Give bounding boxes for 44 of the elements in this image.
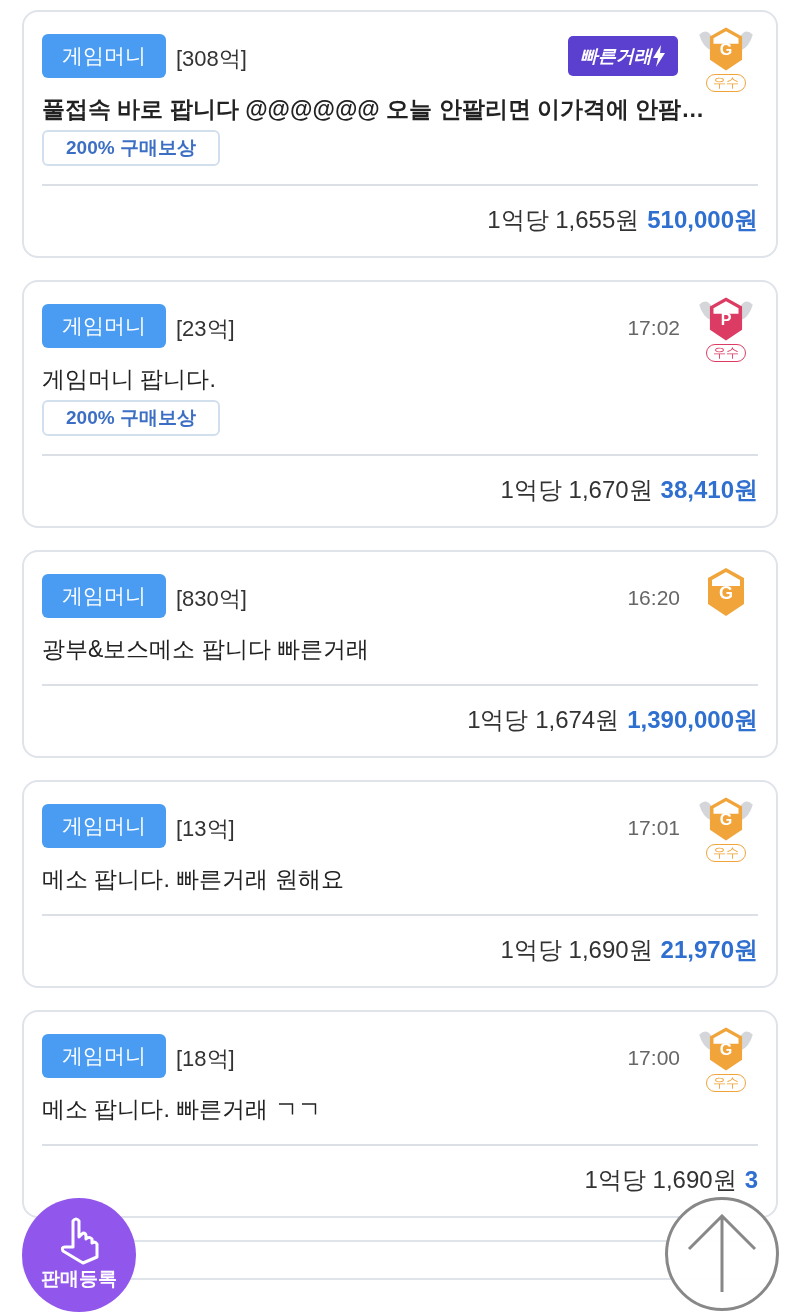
grade-label: 우수 (706, 1074, 746, 1092)
unit-price: 1억당 1,690원 (584, 1165, 737, 1195)
lightning-icon (652, 45, 666, 67)
total-price: 21,970원 (660, 935, 758, 965)
unit-price: 1억당 1,655원 (487, 205, 640, 235)
unit-price: 1억당 1,674원 (467, 705, 620, 735)
category-tag: 게임머니 (42, 804, 166, 848)
arrow-up-icon (687, 1214, 757, 1294)
post-time: 17:02 (627, 315, 680, 341)
category-tag: 게임머니 (42, 1034, 166, 1078)
unit-price: 1억당 1,670원 (500, 475, 653, 505)
listing-card[interactable]: 게임머니 [308억] 빠른거래 G 우수 풀접속 바로 팝니다 @@@@@@ 오늘 안팔리면 이가격에 안팜… 200% 구매보상 1억당 1,655원 510,000원 (22, 10, 778, 258)
total-price: 510,000원 (647, 205, 758, 235)
listing-title: 광부&보스메소 팝니다 빠른거래 (42, 635, 371, 664)
grade-label: 우수 (706, 74, 746, 92)
quick-trade-badge: 빠른거래 (568, 36, 678, 76)
listing-card[interactable]: 게임머니 [13억] 17:01 G 우수 메소 팝니다. 빠른거래 원해요 1억당 1,690원 21,970원 (22, 780, 778, 988)
total-price: 38,410원 (660, 475, 758, 505)
listing-title: 풀접속 바로 팝니다 @@@@@@ 오늘 안팔리면 이가격에 안팜… (42, 95, 706, 124)
post-time: 16:20 (627, 585, 680, 611)
listing-card[interactable]: 게임머니 [830억] 16:20 G 광부&보스메소 팝니다 빠른거래 1억당 1,674원 1,390,000원 (22, 550, 778, 758)
listing-title: 게임머니 팝니다. (42, 365, 217, 394)
listing-card[interactable]: 게임머니 [23억] 17:02 P 우수 게임머니 팝니다. 200% 구매보상 1억당 1,670원 38,410원 (22, 280, 778, 528)
total-price: 1,390,000원 (627, 705, 758, 735)
reward-tag: 200% 구매보상 (42, 400, 220, 436)
amount: [830억] (176, 585, 247, 613)
post-time: 17:00 (627, 1045, 680, 1071)
post-time: 17:01 (627, 815, 680, 841)
amount: [13억] (176, 815, 235, 843)
amount: [23억] (176, 315, 235, 343)
listing-card[interactable]: 게임머니 [18억] 17:00 G 우수 메소 팝니다. 빠른거래 ㄱㄱ 1억당 1,690원 3 (22, 1010, 778, 1218)
grade-label: 우수 (706, 344, 746, 362)
sell-register-button[interactable]: 판매등록 (22, 1198, 136, 1312)
listing-title: 메소 팝니다. 빠른거래 ㄱㄱ (42, 1095, 322, 1124)
category-tag: 게임머니 (42, 574, 166, 618)
grade-label: 우수 (706, 844, 746, 862)
listing-title: 메소 팝니다. 빠른거래 원해요 (42, 865, 345, 894)
unit-price: 1억당 1,690원 (500, 935, 653, 965)
reward-tag: 200% 구매보상 (42, 130, 220, 166)
category-tag: 게임머니 (42, 34, 166, 78)
amount: [308억] (176, 45, 247, 73)
total-price: 3 (744, 1165, 758, 1195)
category-tag: 게임머니 (42, 304, 166, 348)
amount: [18억] (176, 1045, 235, 1073)
